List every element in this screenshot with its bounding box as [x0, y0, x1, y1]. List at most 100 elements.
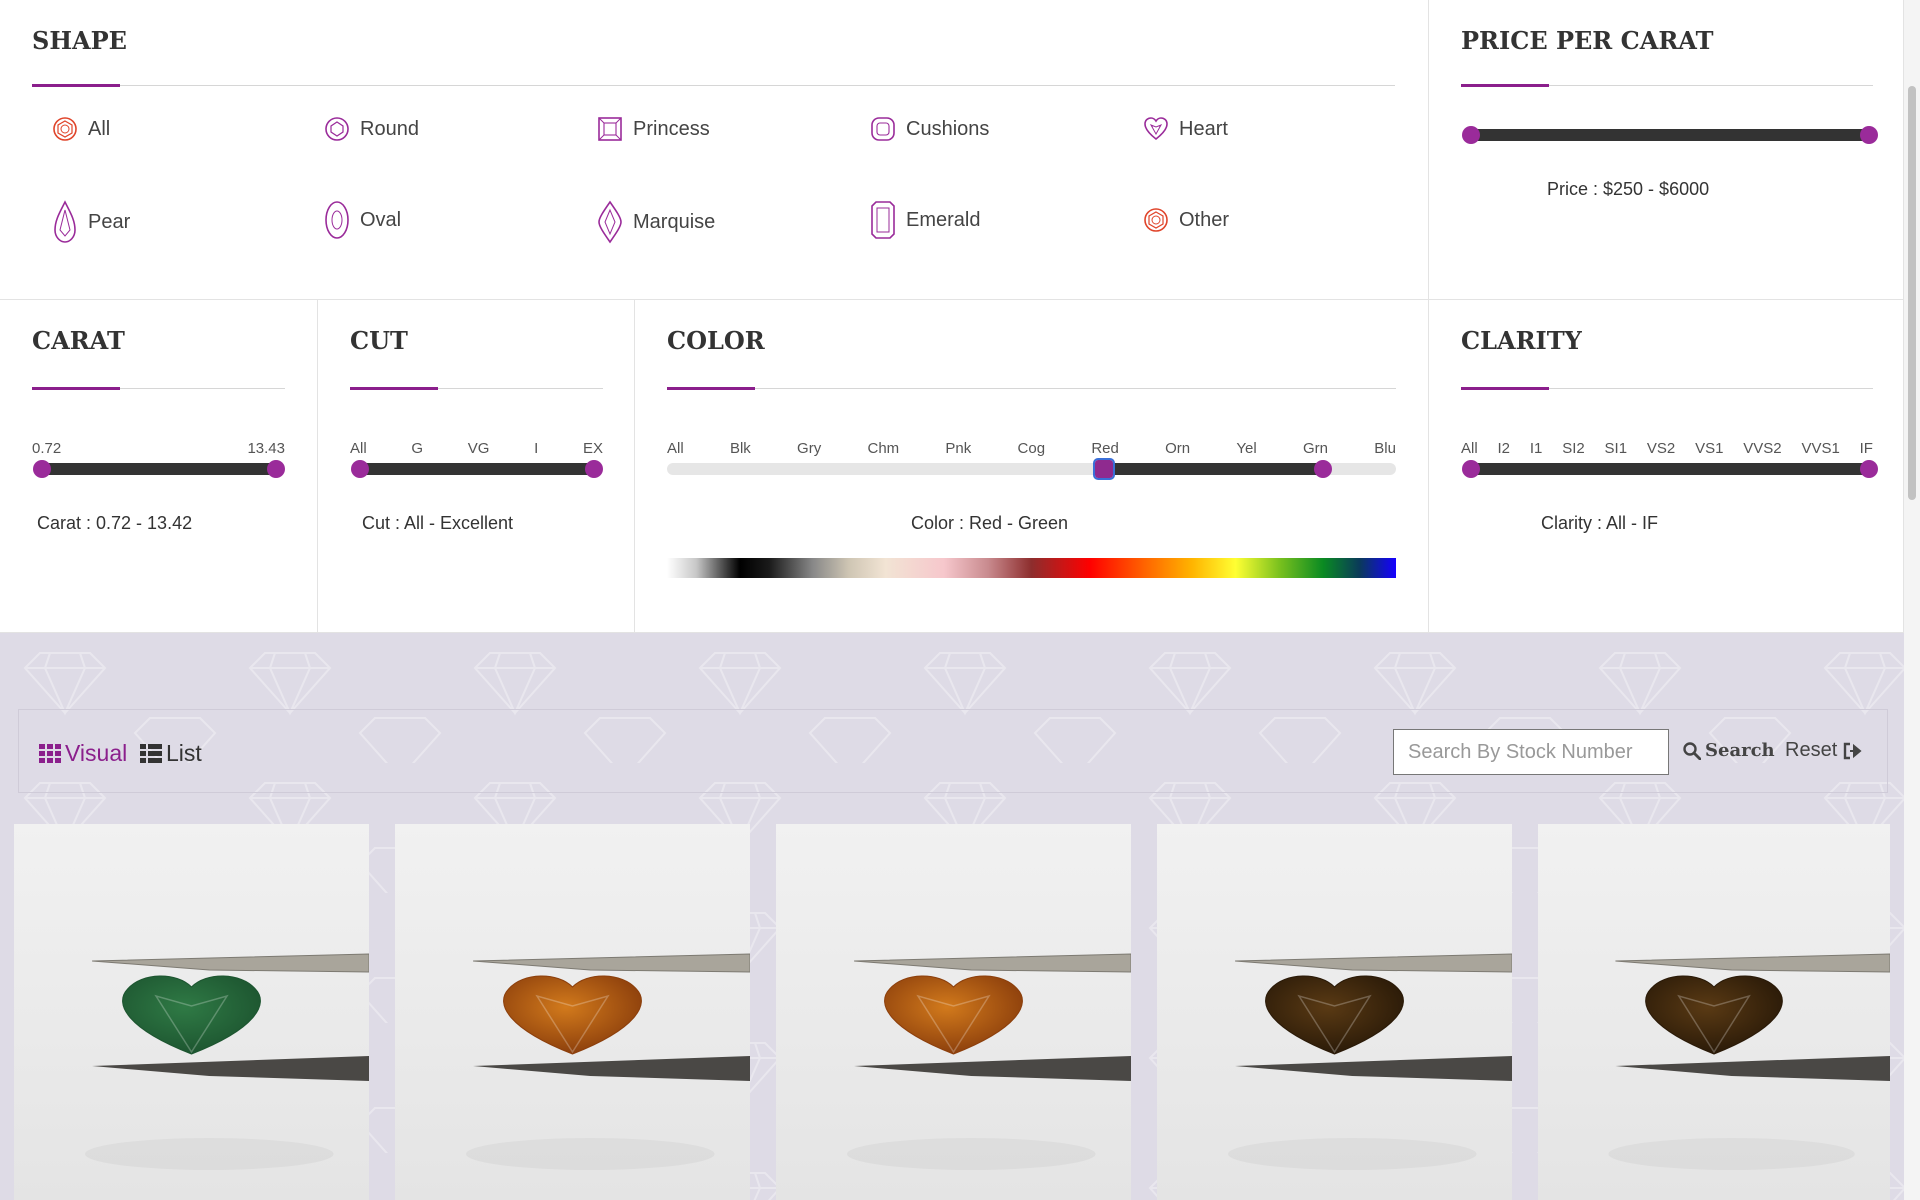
shape-option-cushions[interactable]: Cushions [870, 116, 989, 142]
color-tick[interactable]: Red [1091, 440, 1119, 457]
cut-slider-max-handle[interactable] [585, 460, 603, 478]
carat-slider-range [42, 463, 276, 475]
color-tick[interactable]: Orn [1165, 440, 1190, 457]
shape-option-heart[interactable]: Heart [1143, 116, 1228, 142]
carat-title-rule [32, 387, 285, 390]
heart-icon [1144, 117, 1168, 141]
shape-option-oval[interactable]: Oval [324, 200, 401, 240]
color-tick[interactable]: All [667, 440, 684, 457]
shape-label-heart: Heart [1179, 117, 1228, 140]
clarity-title: CLARITY [1461, 326, 1582, 355]
carat-min-label: 0.72 [32, 440, 62, 457]
shape-option-other[interactable]: Other [1143, 207, 1229, 233]
color-slider-min-handle[interactable] [1093, 458, 1116, 480]
clarity-tick[interactable]: I1 [1530, 440, 1543, 457]
clarity-slider[interactable] [1462, 460, 1878, 478]
color-slider-max-handle[interactable] [1314, 460, 1333, 478]
clarity-tick[interactable]: SI2 [1562, 440, 1585, 457]
color-tick[interactable]: Yel [1236, 440, 1256, 457]
cut-tick[interactable]: EX [583, 440, 603, 457]
color-tick[interactable]: Blu [1374, 440, 1396, 457]
price-slider[interactable] [1462, 126, 1878, 144]
price-slider-min-handle[interactable] [1462, 126, 1480, 144]
color-slider[interactable] [667, 458, 1396, 480]
shape-label-princess: Princess [633, 117, 710, 140]
color-tick-row: All Blk Gry Chm Pnk Cog Red Orn Yel Grn … [667, 440, 1396, 457]
product-card[interactable] [776, 824, 1131, 1200]
emerald-icon [871, 201, 895, 239]
carat-tick-row: 0.72 13.43 [32, 440, 285, 457]
carat-slider-min-handle[interactable] [33, 460, 51, 478]
carat-summary: Carat : 0.72 - 13.42 [37, 513, 193, 533]
product-card[interactable] [1538, 824, 1890, 1200]
search-button-label: Search [1705, 740, 1775, 761]
price-slider-max-handle[interactable] [1860, 126, 1878, 144]
color-tick[interactable]: Blk [730, 440, 751, 457]
carat-slider-max-handle[interactable] [267, 460, 285, 478]
product-card[interactable] [14, 824, 369, 1200]
shape-label-oval: Oval [360, 208, 402, 231]
clarity-tick[interactable]: All [1461, 440, 1478, 457]
cut-slider[interactable] [351, 460, 603, 478]
color-tick[interactable]: Gry [797, 440, 821, 457]
clarity-tick[interactable]: I2 [1498, 440, 1511, 457]
grid-icon [39, 743, 61, 763]
scrollbar-thumb[interactable] [1908, 86, 1916, 500]
clarity-tick[interactable]: IF [1860, 440, 1873, 457]
pear-icon [54, 200, 76, 243]
product-card[interactable] [395, 824, 750, 1200]
color-panel: COLOR All Blk Gry Chm Pnk Cog Red Orn Ye… [635, 300, 1429, 633]
shape-title: SHAPE [32, 26, 127, 55]
visual-view-toggle[interactable]: Visual [39, 740, 127, 767]
color-tick[interactable]: Pnk [945, 440, 971, 457]
search-button[interactable]: Search [1683, 740, 1775, 761]
clarity-tick[interactable]: SI1 [1605, 440, 1628, 457]
shape-option-round[interactable]: Round [324, 116, 419, 142]
clarity-summary: Clarity : All - IF [1541, 513, 1659, 533]
cut-slider-range [360, 463, 594, 475]
results-toolbar: Visual List Search Reset [18, 709, 1888, 793]
round-brilliant-icon [1144, 208, 1168, 232]
price-title: PRICE PER CARAT [1461, 26, 1714, 55]
list-view-toggle[interactable]: List [140, 740, 202, 767]
shape-label-other: Other [1179, 208, 1230, 231]
shape-option-all[interactable]: All [52, 116, 110, 142]
clarity-slider-min-handle[interactable] [1462, 460, 1480, 478]
price-panel: PRICE PER CARAT Price : $250 - $6000 [1429, 0, 1904, 300]
product-photo [776, 824, 1131, 1200]
clarity-tick[interactable]: VS2 [1647, 440, 1675, 457]
shape-option-pear[interactable]: Pear [52, 200, 130, 244]
product-photo [395, 824, 750, 1200]
shape-option-marquise[interactable]: Marquise [597, 200, 715, 244]
reset-button[interactable]: Reset [1785, 739, 1863, 762]
cut-tick[interactable]: All [350, 440, 367, 457]
clarity-tick[interactable]: VS1 [1695, 440, 1723, 457]
cushion-icon [871, 117, 895, 141]
carat-slider[interactable] [33, 460, 285, 478]
color-spectrum-bar [667, 558, 1396, 578]
color-tick[interactable]: Chm [867, 440, 899, 457]
clarity-tick[interactable]: VVS1 [1801, 440, 1839, 457]
sign-out-icon [1844, 742, 1862, 759]
product-card[interactable] [1157, 824, 1512, 1200]
product-photo [1157, 824, 1512, 1200]
clarity-slider-max-handle[interactable] [1860, 460, 1878, 478]
color-tick[interactable]: Cog [1018, 440, 1046, 457]
cut-tick[interactable]: I [534, 440, 538, 457]
page-scrollbar[interactable] [1904, 0, 1920, 1200]
shape-option-princess[interactable]: Princess [597, 116, 710, 142]
cut-slider-min-handle[interactable] [351, 460, 369, 478]
shape-label-round: Round [360, 117, 419, 140]
carat-panel: CARAT 0.72 13.43 Carat : 0.72 - 13.42 [0, 300, 318, 633]
color-tick[interactable]: Grn [1303, 440, 1328, 457]
shape-label-pear: Pear [88, 210, 131, 233]
shape-option-emerald[interactable]: Emerald [870, 200, 980, 240]
cut-tick[interactable]: G [411, 440, 423, 457]
round-brilliant-icon [53, 117, 77, 141]
marquise-icon [598, 200, 622, 244]
clarity-tick[interactable]: VVS2 [1743, 440, 1781, 457]
stock-number-search-input[interactable] [1393, 729, 1669, 775]
results-area: Visual List Search Reset [0, 633, 1904, 1200]
cut-tick[interactable]: VG [468, 440, 490, 457]
shape-label-marquise: Marquise [633, 210, 716, 233]
